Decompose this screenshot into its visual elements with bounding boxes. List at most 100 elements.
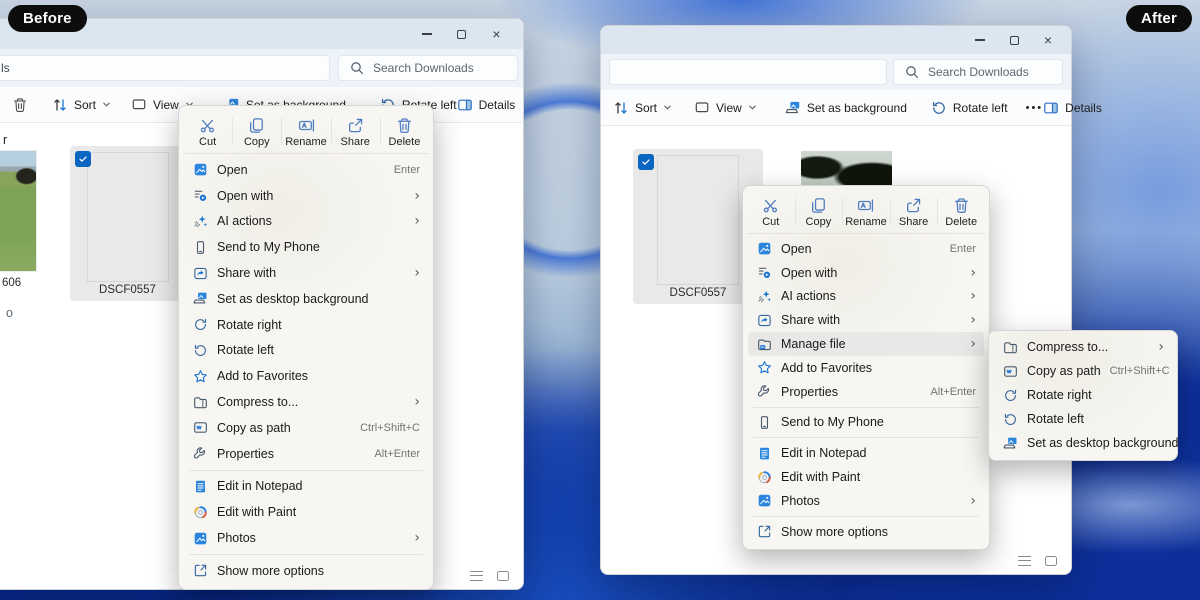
file-tile-green[interactable]: 606 xyxy=(0,151,36,301)
quick-rename-button[interactable]: Rename xyxy=(842,193,890,228)
menu-item-set-as-desktop-background[interactable]: Set as desktop background xyxy=(184,286,428,312)
menu-item-share-with[interactable]: Share with› xyxy=(748,308,984,332)
menu-item-properties[interactable]: PropertiesAlt+Enter xyxy=(184,441,428,467)
menu-item-set-as-desktop-background[interactable]: Set as desktop background xyxy=(994,431,1172,455)
check-icon xyxy=(78,154,88,164)
rotate-left-icon xyxy=(1003,412,1018,427)
set-background-icon xyxy=(785,100,801,116)
maximize-icon xyxy=(1010,36,1019,45)
menu-item-photos[interactable]: Photos› xyxy=(748,489,984,513)
search-input[interactable]: Search Downloads xyxy=(338,55,518,81)
file-tile-selected[interactable]: DSCF0557 xyxy=(70,146,185,301)
menu-item-ai-actions[interactable]: AI actions› xyxy=(184,209,428,235)
menu-item-copy-as-path[interactable]: Copy as pathCtrl+Shift+C xyxy=(184,415,428,441)
menu-item-open-with[interactable]: Open with› xyxy=(184,183,428,209)
screenshot-stage: Before After × ls Search Downloads xyxy=(0,0,1200,600)
menu-item-add-to-favorites[interactable]: Add to Favorites xyxy=(748,356,984,380)
paint-icon xyxy=(193,505,208,520)
sort-button[interactable]: Sort xyxy=(613,100,672,116)
menu-item-show-more-options[interactable]: Show more options xyxy=(748,520,984,544)
address-bar[interactable]: ls xyxy=(0,55,330,81)
quick-cut-button[interactable]: Cut xyxy=(183,113,232,148)
sort-button[interactable]: Sort xyxy=(52,97,111,113)
quick-delete-button[interactable]: Delete xyxy=(937,193,985,228)
details-button[interactable]: Details xyxy=(1043,100,1102,116)
delete-toolbar-button[interactable] xyxy=(12,97,28,113)
chevron-down-icon xyxy=(102,100,111,109)
close-icon: × xyxy=(492,27,500,41)
minimize-button[interactable] xyxy=(963,26,997,54)
wrench-icon xyxy=(757,384,772,399)
menu-item-rotate-left[interactable]: Rotate left xyxy=(184,338,428,364)
compress-icon xyxy=(193,395,208,410)
menu-item-edit-in-notepad[interactable]: Edit in Notepad xyxy=(748,441,984,465)
maximize-button[interactable] xyxy=(997,26,1031,54)
menu-item-compress-to[interactable]: Compress to...› xyxy=(184,389,428,415)
details-view-icon[interactable] xyxy=(470,571,483,581)
menu-item-open[interactable]: OpenEnter xyxy=(748,237,984,261)
close-button[interactable]: × xyxy=(479,19,514,49)
manage-file-icon xyxy=(757,337,772,352)
submenu-chevron-icon: › xyxy=(970,289,976,303)
submenu-chevron-icon: › xyxy=(414,531,420,545)
details-view-icon[interactable] xyxy=(1018,556,1031,566)
maximize-button[interactable] xyxy=(444,19,479,49)
quick-copy-button[interactable]: Copy xyxy=(232,113,281,148)
address-bar[interactable] xyxy=(609,59,887,85)
search-input[interactable]: Search Downloads xyxy=(893,59,1063,85)
menu-item-share-with[interactable]: Share with› xyxy=(184,260,428,286)
quick-share-button[interactable]: Share xyxy=(331,113,380,148)
titlebar[interactable]: × xyxy=(601,26,1071,54)
menu-item-rotate-right[interactable]: Rotate right xyxy=(184,312,428,338)
selection-checkbox[interactable] xyxy=(638,154,654,170)
set-background-icon xyxy=(193,291,208,306)
set-background-button[interactable]: Set as background xyxy=(785,100,907,116)
context-menu-before: CutCopyRenameShareDelete OpenEnterOpen wi… xyxy=(178,105,434,590)
menu-item-manage-file[interactable]: Manage file› xyxy=(748,332,984,356)
star-icon xyxy=(193,369,208,384)
menu-item-edit-in-notepad[interactable]: Edit in Notepad xyxy=(184,474,428,500)
details-label: Details xyxy=(1065,101,1102,115)
details-button[interactable]: Details xyxy=(457,97,516,113)
menu-item-properties[interactable]: PropertiesAlt+Enter xyxy=(748,380,984,404)
more-options-button[interactable]: ••• xyxy=(1026,102,1044,114)
quick-cut-button[interactable]: Cut xyxy=(747,193,795,228)
search-placeholder: Search Downloads xyxy=(373,61,474,75)
context-menu-after: CutCopyRenameShareDelete OpenEnterOpen wi… xyxy=(742,185,990,550)
menu-item-rotate-right[interactable]: Rotate right xyxy=(994,383,1172,407)
menu-item-open-with[interactable]: Open with› xyxy=(748,261,984,285)
share-with-icon xyxy=(193,266,208,281)
menu-item-ai-actions[interactable]: AI actions› xyxy=(748,285,984,309)
copy-icon xyxy=(248,117,265,134)
menu-item-add-to-favorites[interactable]: Add to Favorites xyxy=(184,363,428,389)
quick-share-button[interactable]: Share xyxy=(890,193,938,228)
menu-item-send-to-my-phone[interactable]: Send to My Phone xyxy=(748,411,984,435)
rotate-left-icon xyxy=(193,343,208,358)
quick-delete-button[interactable]: Delete xyxy=(380,113,429,148)
rotate-left-icon xyxy=(931,100,947,116)
menu-item-rotate-left[interactable]: Rotate left xyxy=(994,407,1172,431)
menu-item-copy-as-path[interactable]: Copy as pathCtrl+Shift+C xyxy=(994,359,1172,383)
selection-checkbox[interactable] xyxy=(75,151,91,167)
close-button[interactable]: × xyxy=(1031,26,1065,54)
rotate-left-button[interactable]: Rotate left xyxy=(931,100,1008,116)
menu-item-send-to-my-phone[interactable]: Send to My Phone xyxy=(184,234,428,260)
rotate-right-icon xyxy=(193,317,208,332)
quick-copy-button[interactable]: Copy xyxy=(795,193,843,228)
copy-path-icon xyxy=(193,420,208,435)
menu-item-open[interactable]: OpenEnter xyxy=(184,157,428,183)
menu-item-photos[interactable]: Photos› xyxy=(184,525,428,551)
check-icon xyxy=(641,157,651,167)
menu-item-compress-to[interactable]: Compress to...› xyxy=(994,335,1172,359)
minimize-button[interactable] xyxy=(409,19,444,49)
thumbnail-view-icon[interactable] xyxy=(497,571,509,581)
menu-item-edit-with-paint[interactable]: Edit with Paint xyxy=(748,465,984,489)
menu-divider xyxy=(753,437,979,438)
menu-item-show-more-options[interactable]: Show more options xyxy=(184,558,428,584)
before-badge: Before xyxy=(8,5,87,32)
view-button[interactable]: View xyxy=(694,100,757,116)
window-controls: × xyxy=(963,26,1065,54)
menu-item-edit-with-paint[interactable]: Edit with Paint xyxy=(184,499,428,525)
quick-rename-button[interactable]: Rename xyxy=(281,113,330,148)
thumbnail-view-icon[interactable] xyxy=(1045,556,1057,566)
